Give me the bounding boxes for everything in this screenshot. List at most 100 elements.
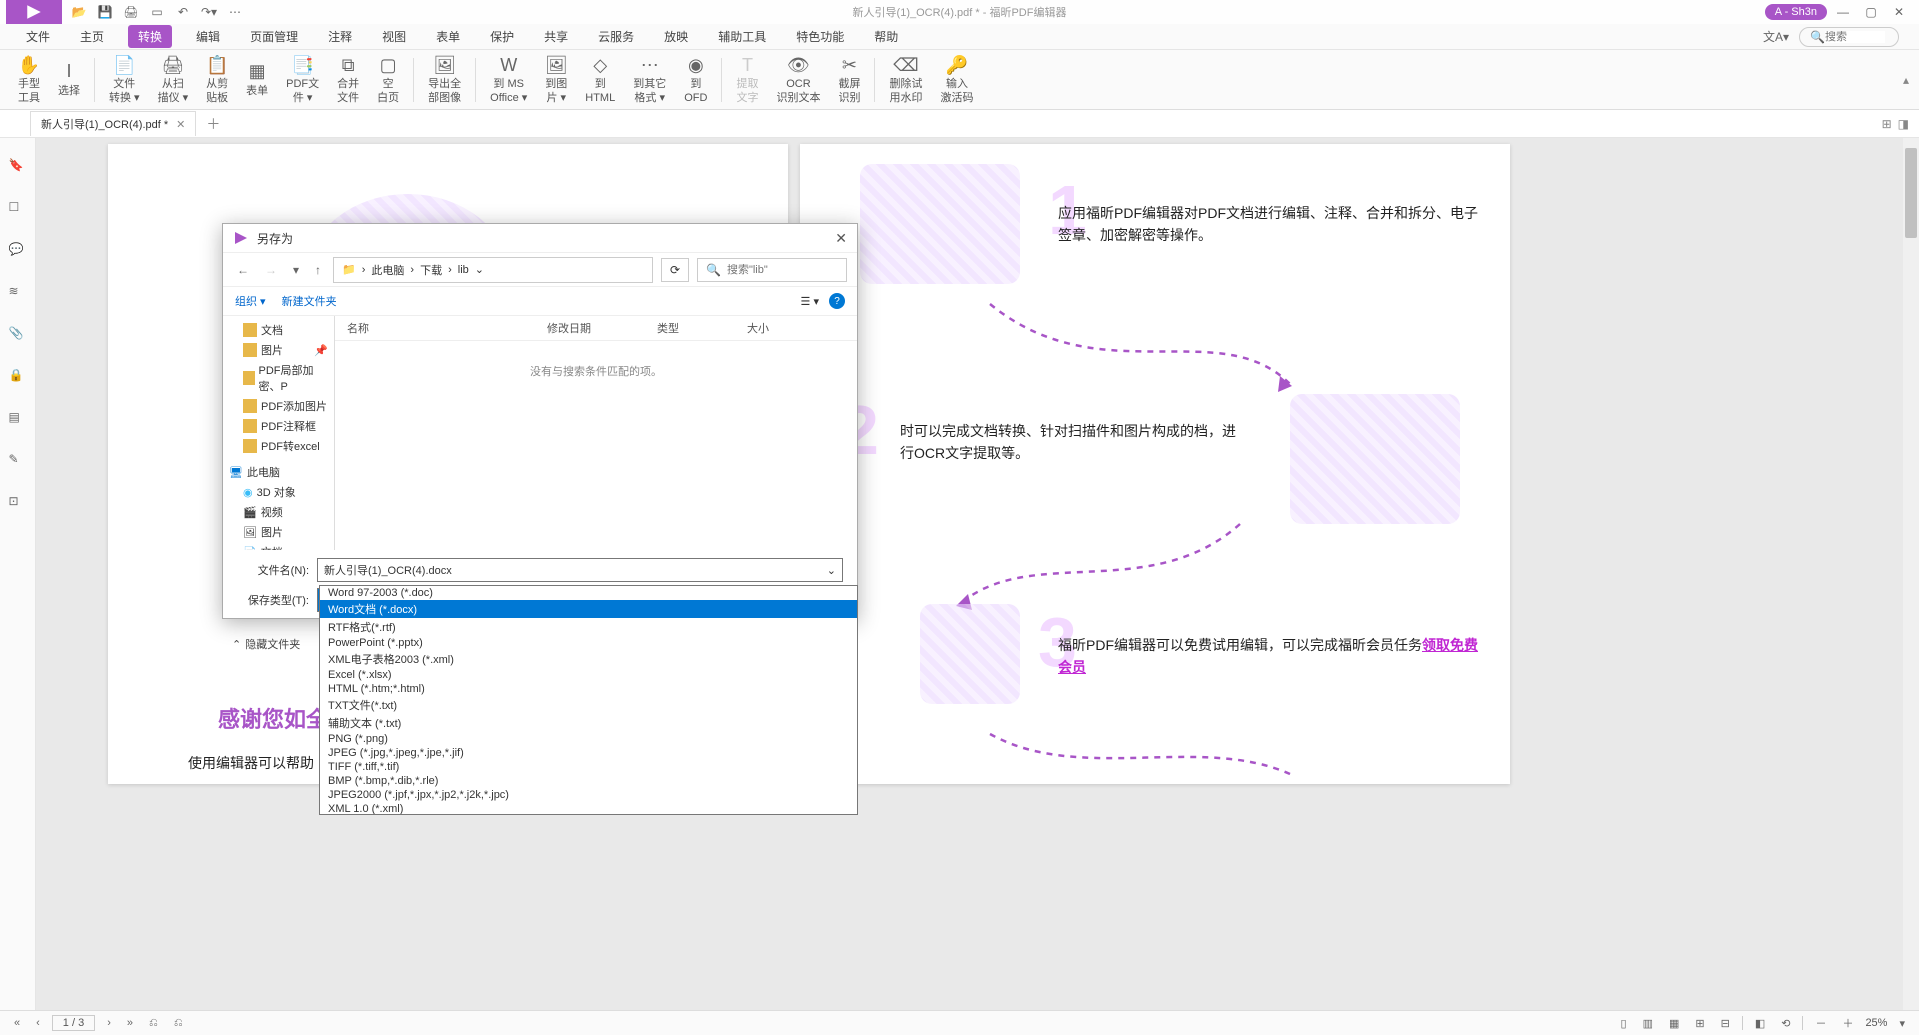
stamp-icon[interactable]: ✎ xyxy=(9,452,27,470)
redo-icon[interactable]: ↷▾ xyxy=(200,3,218,21)
security-icon[interactable]: 🔒 xyxy=(9,368,27,386)
zoom-in-button[interactable]: ＋ xyxy=(1838,1013,1857,1033)
nav-fwd-button[interactable]: → xyxy=(261,261,281,279)
prev-page-button[interactable]: ‹ xyxy=(32,1015,44,1031)
menu-play[interactable]: 放映 xyxy=(658,24,694,49)
bookmark-icon[interactable]: 🔖 xyxy=(9,158,27,176)
ribbon-exportimg[interactable]: 🖼导出全部图像 xyxy=(420,52,469,106)
nav-up-button[interactable]: ↑ xyxy=(311,261,325,279)
undo-icon[interactable]: ↶ xyxy=(174,3,192,21)
help-button[interactable]: ? xyxy=(829,293,845,309)
hide-folders-toggle[interactable]: ⌃ 隐藏文件夹 xyxy=(232,636,300,652)
nav-back-button[interactable]: ← xyxy=(233,261,253,279)
ribbon-toofd[interactable]: ◉到OFD xyxy=(676,52,715,106)
print-icon[interactable]: 🖨 xyxy=(122,3,140,21)
ribbon-convert[interactable]: 📄文件转换 ▾ xyxy=(101,52,148,106)
crumb-dropdown-icon[interactable]: ⌄ xyxy=(475,263,484,276)
filename-input[interactable]: 新人引导(1)_OCR(4).docx⌄ xyxy=(317,558,843,582)
tree-item[interactable]: ◉3D 对象 xyxy=(223,482,334,502)
sign-icon[interactable]: ▤ xyxy=(9,410,27,428)
new-icon[interactable]: ▭ xyxy=(148,3,166,21)
filetype-option[interactable]: Excel (*.xlsx) xyxy=(320,668,857,682)
undo-sb-icon[interactable]: ⎌ xyxy=(145,1015,162,1032)
filetype-option[interactable]: BMP (*.bmp,*.dib,*.rle) xyxy=(320,774,857,788)
menu-form[interactable]: 表单 xyxy=(430,24,466,49)
ribbon-pdffile[interactable]: 📑PDF文件 ▾ xyxy=(278,52,327,106)
comments-icon[interactable]: 💬 xyxy=(9,242,27,260)
scroll-thumb[interactable] xyxy=(1905,148,1917,238)
tree-item[interactable]: PDF添加图片 xyxy=(223,396,334,416)
form-panel-icon[interactable]: ⊡ xyxy=(9,494,27,512)
menu-assist[interactable]: 辅助工具 xyxy=(712,24,772,49)
rotate-icon[interactable]: ⟲ xyxy=(1777,1015,1794,1032)
ribbon-toother[interactable]: ⋯到其它格式 ▾ xyxy=(625,52,674,106)
list-header[interactable]: 名称 修改日期 类型 大小 xyxy=(335,316,857,341)
dialog-search[interactable]: 🔍 xyxy=(697,258,847,282)
filetype-option[interactable]: Word文档 (*.docx) xyxy=(320,600,857,618)
ribbon-select[interactable]: I选择 xyxy=(50,59,88,100)
vertical-scrollbar[interactable] xyxy=(1903,138,1919,1010)
ribbon-scan[interactable]: 🖨从扫描仪 ▾ xyxy=(150,52,197,106)
menu-home[interactable]: 主页 xyxy=(74,24,110,49)
menu-convert[interactable]: 转换 xyxy=(128,25,172,48)
filetype-option[interactable]: JPEG2000 (*.jpf,*.jpx,*.jp2,*.j2k,*.jpc) xyxy=(320,788,857,802)
ribbon-ocr[interactable]: 👁OCR识别文本 xyxy=(768,52,828,106)
filetype-option[interactable]: TIFF (*.tiff,*.tif) xyxy=(320,760,857,774)
ribbon-clipboard[interactable]: 📋从剪贴板 xyxy=(198,52,236,106)
tree-item[interactable]: PDF局部加密、P xyxy=(223,360,334,396)
menu-edit[interactable]: 编辑 xyxy=(190,24,226,49)
organize-button[interactable]: 组织 ▾ xyxy=(235,293,266,309)
pages-icon[interactable]: ☐ xyxy=(9,200,27,218)
ribbon-hand[interactable]: ✋手型工具 xyxy=(10,52,48,106)
ribbon-toimg[interactable]: 🖼到图片 ▾ xyxy=(537,52,575,106)
zoom-level[interactable]: 25% xyxy=(1865,1017,1887,1029)
maximize-button[interactable]: ▢ xyxy=(1859,0,1883,24)
first-page-button[interactable]: « xyxy=(10,1015,24,1031)
new-folder-button[interactable]: 新建文件夹 xyxy=(282,293,337,309)
filetype-option[interactable]: XML 1.0 (*.xml) xyxy=(320,802,857,815)
doc-tab[interactable]: 新人引导(1)_OCR(4).pdf * ✕ xyxy=(30,111,196,136)
tree-item[interactable]: 🎬视频 xyxy=(223,502,334,522)
tree-item[interactable]: 图片📌 xyxy=(223,340,334,360)
ribbon-screenocr[interactable]: ✂截屏识别 xyxy=(830,52,868,106)
close-button[interactable]: ✕ xyxy=(1887,0,1911,24)
page-indicator[interactable]: 1 / 3 xyxy=(52,1015,95,1031)
file-list[interactable]: 名称 修改日期 类型 大小 没有与搜索条件匹配的项。 xyxy=(335,316,857,550)
ribbon-blank[interactable]: ▢空白页 xyxy=(369,52,407,106)
filetype-option[interactable]: HTML (*.htm;*.html) xyxy=(320,682,857,696)
view-two-icon[interactable]: ▦ xyxy=(1665,1015,1683,1032)
view-button[interactable]: ☰ ▾ xyxy=(801,295,819,308)
filetype-option[interactable]: PNG (*.png) xyxy=(320,732,857,746)
menu-help[interactable]: 帮助 xyxy=(868,24,904,49)
filetype-option[interactable]: RTF格式(*.rtf) xyxy=(320,618,857,636)
zoom-dropdown-icon[interactable]: ▾ xyxy=(1895,1015,1909,1032)
menu-share[interactable]: 共享 xyxy=(538,24,574,49)
open-icon[interactable]: 📂 xyxy=(70,3,88,21)
view-single-icon[interactable]: ▯ xyxy=(1617,1015,1631,1032)
filetype-option[interactable]: TXT文件(*.txt) xyxy=(320,696,857,714)
view-twocont-icon[interactable]: ⊞ xyxy=(1691,1015,1708,1032)
panel-toggle2-icon[interactable]: ◨ xyxy=(1898,117,1909,131)
doc-tab-close-icon[interactable]: ✕ xyxy=(176,118,185,131)
panel-toggle-icon[interactable]: ⊞ xyxy=(1882,117,1892,131)
menu-pages[interactable]: 页面管理 xyxy=(244,24,304,49)
menu-special[interactable]: 特色功能 xyxy=(790,24,850,49)
add-tab-button[interactable]: ＋ xyxy=(206,114,220,134)
last-page-button[interactable]: » xyxy=(123,1015,137,1031)
lang-icon[interactable]: 文A▾ xyxy=(1763,28,1789,45)
view-wrap-icon[interactable]: ⊟ xyxy=(1717,1015,1734,1032)
menu-file[interactable]: 文件 xyxy=(20,24,56,49)
refresh-button[interactable]: ⟳ xyxy=(661,258,689,282)
tree-item[interactable]: 文档 xyxy=(223,320,334,340)
ribbon-activate[interactable]: 🔑输入激活码 xyxy=(932,52,981,106)
tree-item[interactable]: PDF转excel xyxy=(223,436,334,456)
menu-protect[interactable]: 保护 xyxy=(484,24,520,49)
redo-sb-icon[interactable]: ⎌ xyxy=(170,1015,187,1032)
ribbon-tohtml[interactable]: ◇到HTML xyxy=(577,52,623,106)
folder-tree[interactable]: 文档 图片📌 PDF局部加密、P PDF添加图片 PDF注释框 PDF转exce… xyxy=(223,316,335,550)
dialog-search-input[interactable] xyxy=(727,264,838,276)
filetype-option[interactable]: Word 97-2003 (*.doc) xyxy=(320,586,857,600)
menu-comment[interactable]: 注释 xyxy=(322,24,358,49)
zoom-out-button[interactable]: － xyxy=(1811,1013,1830,1033)
layers-icon[interactable]: ≋ xyxy=(9,284,27,302)
